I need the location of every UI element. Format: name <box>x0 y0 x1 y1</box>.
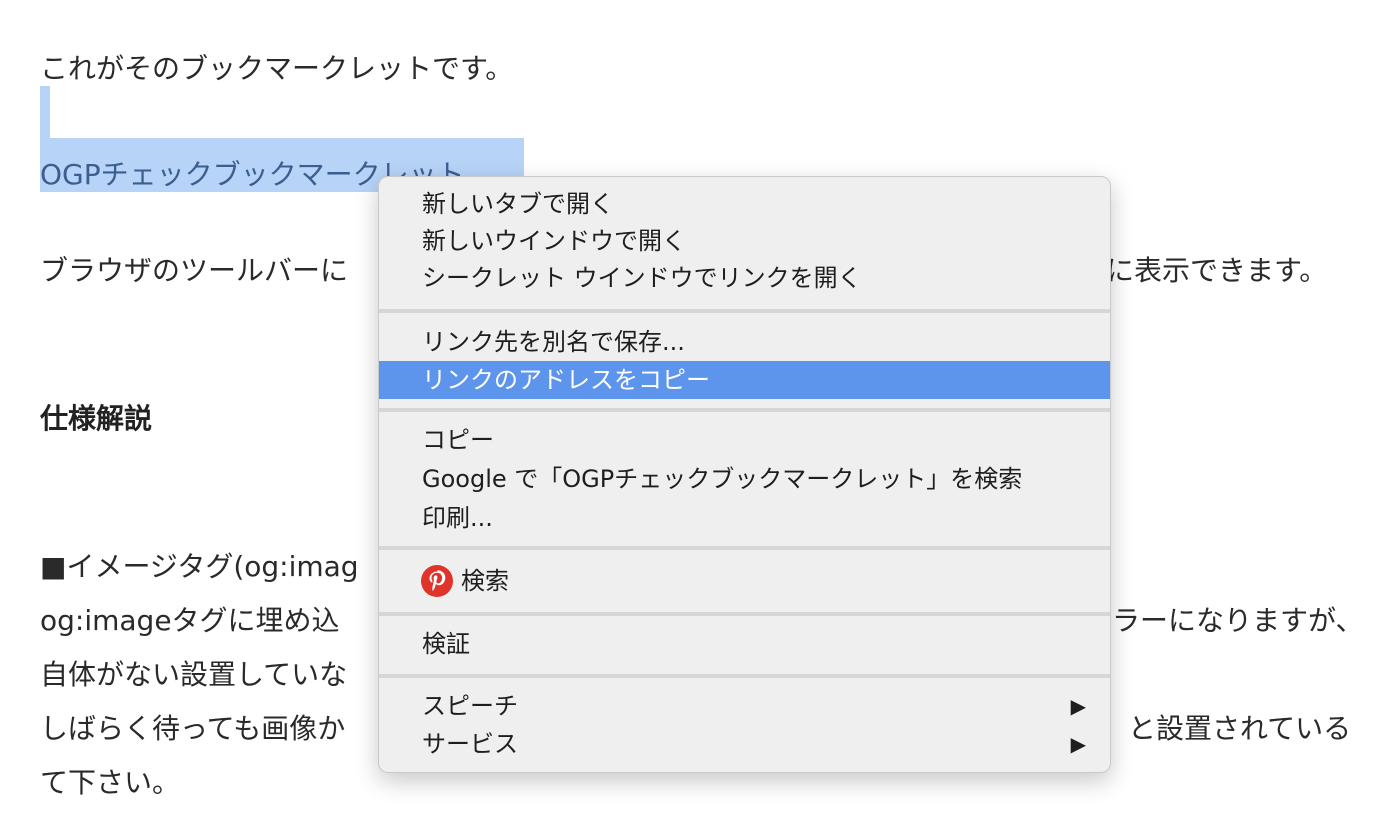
article-line-3-right: に表示できます。 <box>1106 254 1328 287</box>
menu-item-open-new-tab[interactable]: 新しいタブで開く <box>379 185 1110 223</box>
menu-item-label: コピー <box>422 426 494 454</box>
menu-item-label: 検索 <box>461 567 509 595</box>
article-line-6-left: og:imageタグに埋め込 <box>40 604 340 637</box>
menu-item-label: スピーチ <box>422 692 518 720</box>
section-heading: 仕様解説 <box>40 402 153 435</box>
menu-item-search-google[interactable]: Google で「OGPチェックブックマークレット」を検索 <box>379 460 1110 498</box>
menu-item-label: 検証 <box>422 630 470 658</box>
menu-item-speech[interactable]: スピーチ ▶ <box>379 687 1110 725</box>
menu-item-copy[interactable]: コピー <box>379 421 1110 459</box>
submenu-arrow-icon: ▶ <box>1070 694 1086 718</box>
menu-item-print[interactable]: 印刷... <box>379 499 1110 537</box>
submenu-arrow-icon: ▶ <box>1070 732 1086 756</box>
page: これがそのブックマークレットです。 OGPチェックブックマークレット ブラウザの… <box>0 0 1380 840</box>
pinterest-icon <box>421 565 453 597</box>
menu-item-label: 新しいタブで開く <box>422 190 614 218</box>
article-line-7-left: 自体がない設置していな <box>40 658 348 691</box>
menu-item-save-link-as[interactable]: リンク先を別名で保存... <box>379 323 1110 361</box>
menu-item-label: リンクのアドレスをコピー <box>422 366 710 394</box>
article-line-9-left: て下さい。 <box>40 766 181 799</box>
article-line-5-left: ■イメージタグ(og:imag <box>40 550 359 583</box>
menu-item-label: サービス <box>422 730 518 758</box>
article-line-3-left: ブラウザのツールバーに <box>40 254 349 287</box>
menu-separator <box>379 309 1110 313</box>
menu-separator <box>379 546 1110 550</box>
article-line-8-left: しばらく待っても画像か <box>40 712 346 745</box>
menu-item-copy-link-address[interactable]: リンクのアドレスをコピー <box>379 361 1110 399</box>
article-line-8-right: と設置されている <box>1128 712 1352 745</box>
article-line-1: これがそのブックマークレットです。 <box>40 52 514 85</box>
menu-separator <box>379 408 1110 412</box>
menu-separator <box>379 674 1110 678</box>
menu-item-label: リンク先を別名で保存... <box>422 328 685 356</box>
menu-separator <box>379 612 1110 616</box>
context-menu: 新しいタブで開く 新しいウインドウで開く シークレット ウインドウでリンクを開く… <box>378 176 1111 773</box>
menu-item-open-incognito[interactable]: シークレット ウインドウでリンクを開く <box>379 259 1110 297</box>
text-selection <box>40 86 50 138</box>
menu-item-label: シークレット ウインドウでリンクを開く <box>422 264 862 292</box>
menu-item-services[interactable]: サービス ▶ <box>379 725 1110 763</box>
menu-item-pinterest-search[interactable]: 検索 <box>379 562 1110 600</box>
menu-item-label: 印刷... <box>422 504 493 532</box>
menu-item-label: Google で「OGPチェックブックマークレット」を検索 <box>422 465 1023 493</box>
menu-item-open-new-window[interactable]: 新しいウインドウで開く <box>379 222 1110 260</box>
article-line-6-right: ラーになりますが、 <box>1112 604 1364 637</box>
menu-item-inspect[interactable]: 検証 <box>379 625 1110 663</box>
menu-item-label: 新しいウインドウで開く <box>422 227 686 255</box>
